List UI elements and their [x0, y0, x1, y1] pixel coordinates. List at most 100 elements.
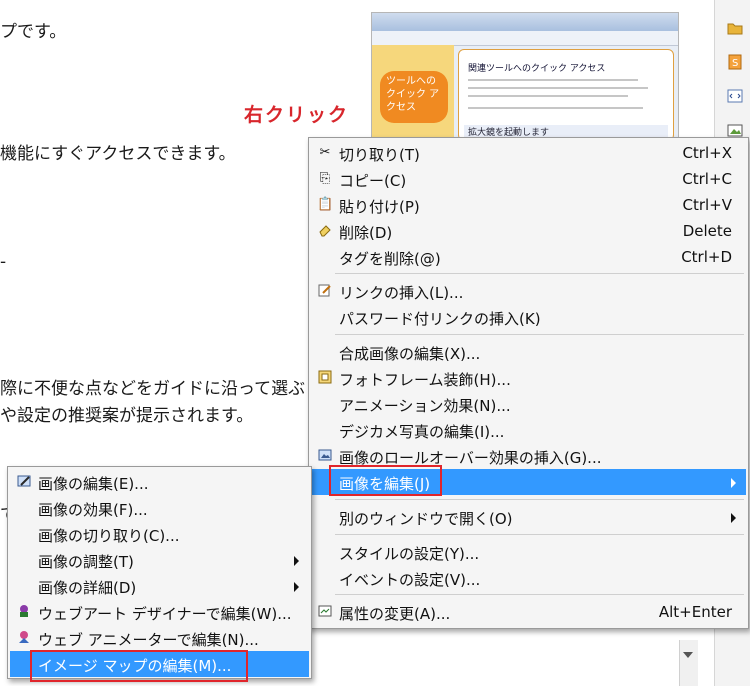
menu-item-label: 画像の編集(E)...: [38, 475, 149, 493]
menu-separator: [335, 594, 744, 595]
thumb-menu-bar: [372, 31, 678, 46]
menu-item-label: パスワード付リンクの挿入(K): [339, 310, 541, 328]
menu-item-shortcut: Alt+Enter: [658, 603, 732, 621]
menu-separator: [335, 534, 744, 535]
doc-line-3: -: [0, 252, 7, 272]
menu-item-style-settings[interactable]: スタイルの設定(Y)...: [311, 539, 746, 565]
photo-frame-icon: [317, 370, 333, 386]
menu-item-insert-rollover[interactable]: 画像のロールオーバー効果の挿入(G)...: [311, 443, 746, 469]
style-icon[interactable]: S: [727, 54, 743, 70]
insert-link-icon: [317, 283, 333, 299]
image-edit-icon: [16, 474, 32, 490]
menu-item-shortcut: Ctrl+C: [682, 170, 732, 188]
right-click-annotation: 右クリック: [244, 104, 350, 126]
menu-item-label: リンクの挿入(L)...: [339, 284, 464, 302]
thumb-text-line: [468, 79, 638, 81]
menu-separator: [335, 334, 744, 335]
menu-item-shortcut: Ctrl+V: [682, 196, 732, 214]
menu-item-paste[interactable]: 📋 貼り付け(P) Ctrl+V: [311, 192, 746, 218]
menu-item-label: デジカメ写真の編集(I)...: [339, 423, 505, 441]
menu-item-event-settings[interactable]: イベントの設定(V)...: [311, 565, 746, 591]
eraser-icon: [317, 223, 333, 239]
submenu-arrow-icon: [731, 513, 736, 523]
menu-item-cut[interactable]: ✂ 切り取り(T) Ctrl+X: [311, 140, 746, 166]
copy-icon: ⎘: [319, 171, 331, 186]
menu-item-label: 貼り付け(P): [339, 198, 420, 216]
code-icon[interactable]: [727, 88, 743, 104]
scroll-down-arrow-icon[interactable]: [683, 652, 693, 658]
thumb-text-line: [468, 95, 628, 97]
submenu-item-image-edit[interactable]: 画像の編集(E)...: [10, 469, 309, 495]
submenu-item-image-crop[interactable]: 画像の切り取り(C)...: [10, 521, 309, 547]
menu-item-insert-password-link[interactable]: パスワード付リンクの挿入(K): [311, 304, 746, 330]
web-animator-icon: [16, 630, 32, 646]
submenu-arrow-icon: [731, 478, 736, 488]
thumb-text-line: [468, 107, 643, 109]
menu-item-label: 切り取り(T): [339, 146, 420, 164]
rollover-icon: [317, 448, 333, 464]
menu-item-label: アニメーション効果(N)...: [339, 397, 511, 415]
menu-item-label: ウェブ アニメーターで編集(N)...: [38, 631, 259, 649]
thumb-bubble: ツールへの クイック アクセス: [380, 71, 448, 123]
menu-item-delete[interactable]: 削除(D) Delete: [311, 218, 746, 244]
scissors-icon: ✂: [319, 145, 331, 160]
submenu-item-image-adjust[interactable]: 画像の調整(T): [10, 547, 309, 573]
submenu-item-web-art-designer[interactable]: ウェブアート デザイナーで編集(W)...: [10, 599, 309, 625]
menu-item-remove-tag[interactable]: タグを削除(@) Ctrl+D: [311, 244, 746, 270]
menu-item-edit-image[interactable]: 画像を編集(J): [311, 469, 746, 495]
menu-item-edit-composite[interactable]: 合成画像の編集(X)...: [311, 339, 746, 365]
menu-item-photo-frame[interactable]: フォトフレーム装飾(H)...: [311, 365, 746, 391]
menu-item-label: 画像の効果(F)...: [38, 501, 148, 519]
context-menu: ✂ 切り取り(T) Ctrl+X ⎘ コピー(C) Ctrl+C 📋 貼り付け(…: [308, 137, 749, 629]
paste-icon: 📋: [317, 197, 334, 212]
edit-image-submenu: 画像の編集(E)... 画像の効果(F)... 画像の切り取り(C)... 画像…: [7, 466, 312, 679]
properties-icon: [317, 604, 333, 620]
menu-item-label: ウェブアート デザイナーで編集(W)...: [38, 605, 292, 623]
submenu-arrow-icon: [294, 582, 299, 592]
thumb-text-line: [468, 87, 648, 89]
menu-item-label: 画像のロールオーバー効果の挿入(G)...: [339, 449, 602, 467]
menu-item-label: コピー(C): [339, 172, 407, 190]
menu-item-label: イメージ マップの編集(M)...: [38, 657, 232, 675]
menu-item-insert-link[interactable]: リンクの挿入(L)...: [311, 278, 746, 304]
menu-item-change-attributes[interactable]: 属性の変更(A)... Alt+Enter: [311, 599, 746, 625]
doc-line-1: プです。: [0, 22, 67, 42]
menu-item-label: 削除(D): [339, 224, 393, 242]
menu-item-label: 別のウィンドウで開く(O): [339, 510, 513, 528]
menu-item-shortcut: Delete: [682, 222, 732, 240]
menu-item-label: 合成画像の編集(X)...: [339, 345, 481, 363]
doc-line-2: 機能にすぐアクセスできます。: [0, 144, 236, 164]
menu-item-shortcut: Ctrl+X: [682, 144, 732, 162]
menu-item-label: 画像を編集(J): [339, 475, 431, 493]
web-art-designer-icon: [16, 604, 32, 620]
menu-item-label: 属性の変更(A)...: [339, 605, 451, 623]
doc-line-4: 際に不便な点などをガイドに沿って選ぶ: [0, 379, 306, 399]
thumb-main-title: 関連ツールへのクイック アクセス: [468, 64, 606, 74]
thumb-title-bar: [372, 13, 678, 31]
doc-line-5: や設定の推奨案が提示されます。: [0, 406, 254, 426]
menu-item-edit-camera-photo[interactable]: デジカメ写真の編集(I)...: [311, 417, 746, 443]
menu-item-animation-effect[interactable]: アニメーション効果(N)...: [311, 391, 746, 417]
menu-separator: [335, 273, 744, 274]
vertical-scrollbar[interactable]: [679, 640, 698, 686]
submenu-arrow-icon: [294, 556, 299, 566]
picture-icon[interactable]: [727, 122, 743, 138]
menu-item-label: 画像の調整(T): [38, 553, 134, 571]
menu-item-copy[interactable]: ⎘ コピー(C) Ctrl+C: [311, 166, 746, 192]
menu-item-label: 画像の詳細(D): [38, 579, 137, 597]
submenu-item-image-map-edit[interactable]: イメージ マップの編集(M)...: [10, 651, 309, 677]
svg-text:S: S: [732, 58, 738, 69]
folder-icon[interactable]: [727, 20, 743, 36]
submenu-item-image-details[interactable]: 画像の詳細(D): [10, 573, 309, 599]
menu-separator: [335, 499, 744, 500]
menu-item-label: フォトフレーム装飾(H)...: [339, 371, 511, 389]
menu-item-label: タグを削除(@): [339, 250, 441, 268]
menu-item-label: イベントの設定(V)...: [339, 571, 481, 589]
submenu-item-image-effect[interactable]: 画像の効果(F)...: [10, 495, 309, 521]
menu-item-open-new-window[interactable]: 別のウィンドウで開く(O): [311, 504, 746, 530]
menu-item-label: スタイルの設定(Y)...: [339, 545, 480, 563]
embedded-screenshot-image[interactable]: ツールへの クイック アクセス 関連ツールへのクイック アクセス 拡大鏡を起動し…: [371, 12, 679, 142]
menu-item-shortcut: Ctrl+D: [681, 248, 732, 266]
submenu-item-web-animator[interactable]: ウェブ アニメーターで編集(N)...: [10, 625, 309, 651]
menu-item-label: 画像の切り取り(C)...: [38, 527, 180, 545]
